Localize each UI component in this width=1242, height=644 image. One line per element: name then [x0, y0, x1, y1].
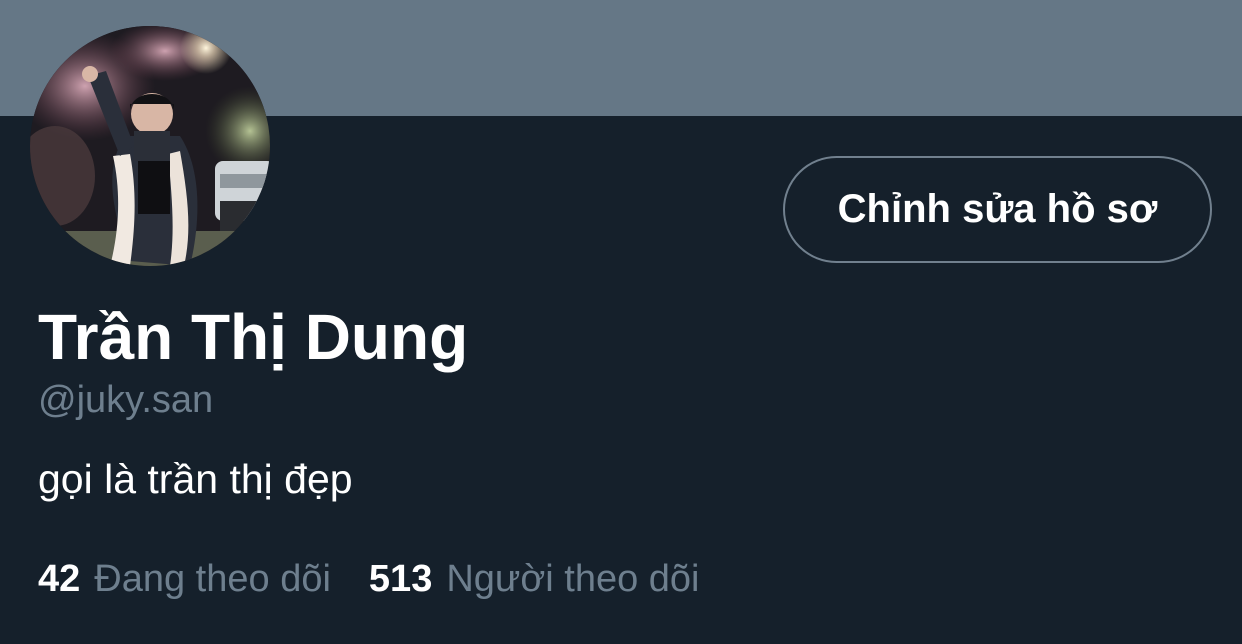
username-handle: @juky.san [38, 379, 214, 421]
followers-stat[interactable]: 513 Người theo dõi [369, 556, 700, 602]
display-name: Trần Thị Dung [38, 301, 469, 373]
edit-profile-button[interactable]: Chỉnh sửa hồ sơ [783, 156, 1212, 263]
avatar[interactable] [30, 26, 270, 266]
follow-stats: 42 Đang theo dõi 513 Người theo dõi [38, 556, 700, 602]
profile-bio: gọi là trần thị đẹp [38, 456, 353, 502]
following-stat[interactable]: 42 Đang theo dõi [38, 556, 331, 602]
avatar-photo [30, 26, 270, 266]
following-label: Đang theo dõi [94, 558, 331, 600]
followers-label: Người theo dõi [446, 558, 700, 600]
followers-count: 513 [368, 558, 433, 600]
following-count: 42 [38, 558, 81, 600]
